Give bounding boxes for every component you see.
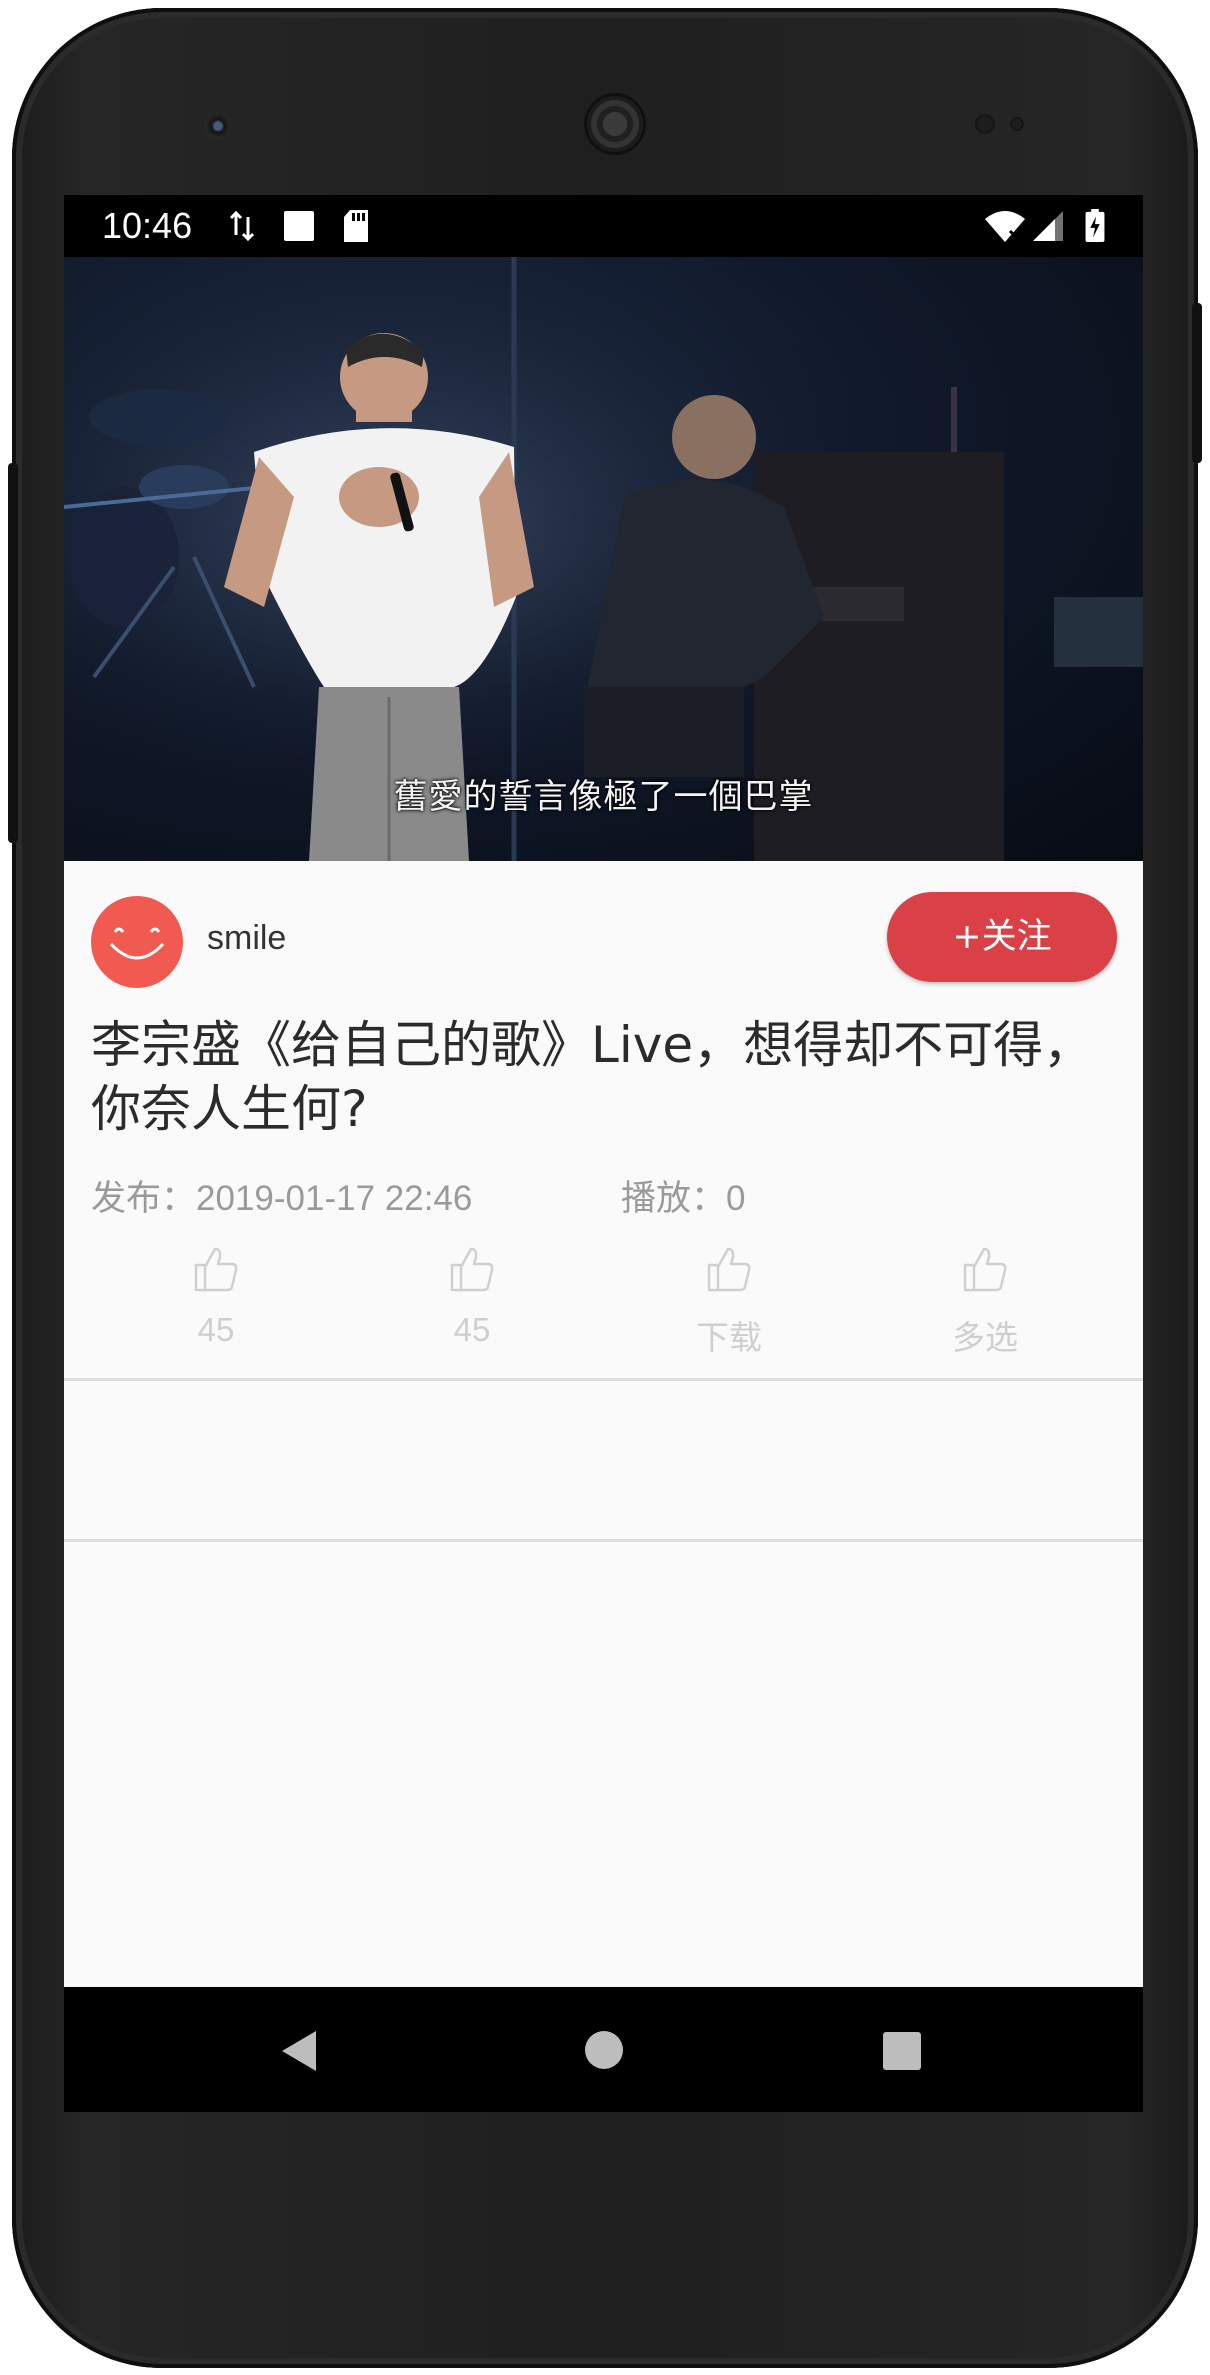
thumbs-up-icon	[194, 1247, 238, 1292]
plays-count: 0	[726, 1179, 746, 1218]
thumbs-up-icon	[450, 1247, 494, 1292]
author-name[interactable]: smile	[207, 919, 286, 958]
status-bar: 10:46	[64, 195, 1143, 257]
author-avatar[interactable]	[91, 896, 183, 988]
wifi-icon	[985, 211, 1025, 242]
square-notification-icon	[284, 211, 314, 241]
navigation-bar	[64, 1987, 1143, 2112]
status-time: 10:46	[102, 205, 193, 246]
home-icon[interactable]	[584, 2030, 624, 2070]
light-sensor	[1012, 119, 1022, 129]
video-subtitle: 舊愛的誓言像極了一個巴掌	[393, 777, 814, 817]
download-button[interactable]: 下载	[664, 1245, 794, 1359]
video-player[interactable]: 舊愛的誓言像極了一個巴掌	[64, 257, 1143, 861]
thumbs-up-icon	[707, 1247, 751, 1292]
follow-button[interactable]: +关注	[887, 892, 1117, 982]
back-icon[interactable]	[280, 2029, 318, 2073]
smile-face-icon	[109, 927, 165, 960]
download-label: 下载	[696, 1319, 762, 1356]
sd-card-icon	[344, 210, 368, 242]
volume-button	[8, 463, 18, 843]
earpiece-speaker	[587, 96, 643, 152]
publish-info: 发布：2019-01-17 22:46	[91, 1170, 472, 1221]
divider	[64, 1378, 1143, 1381]
data-transfer-icon	[229, 210, 255, 242]
multi-select-label: 多选	[952, 1319, 1018, 1356]
signal-icon	[1033, 211, 1063, 241]
like-count-2: 45	[453, 1311, 491, 1348]
recents-icon[interactable]	[882, 2031, 922, 2071]
battery-charging-icon	[1085, 209, 1105, 243]
multi-select-button[interactable]: 多选	[920, 1245, 1050, 1359]
plays-label: 播放：	[621, 1179, 727, 1219]
video-title: 李宗盛《给自己的歌》Live，想得却不可得，你奈人生何?	[91, 1016, 1094, 1138]
like-button[interactable]: 45	[151, 1245, 281, 1349]
proximity-sensor	[977, 116, 993, 132]
thumbs-up-icon	[963, 1247, 1007, 1292]
front-camera	[205, 113, 231, 139]
like-count: 45	[197, 1311, 235, 1348]
like-button-2[interactable]: 45	[407, 1245, 537, 1349]
publish-label: 发布：	[91, 1179, 197, 1219]
publish-date: 2019-01-17 22:46	[196, 1179, 473, 1218]
power-button	[1192, 303, 1202, 463]
plays-info: 播放：0	[621, 1170, 745, 1221]
app-screen: 10:46 舊愛的誓言像極了一個巴掌 smile +关注 李宗盛《给自己的歌》L…	[64, 195, 1143, 2112]
divider	[64, 1539, 1143, 1542]
